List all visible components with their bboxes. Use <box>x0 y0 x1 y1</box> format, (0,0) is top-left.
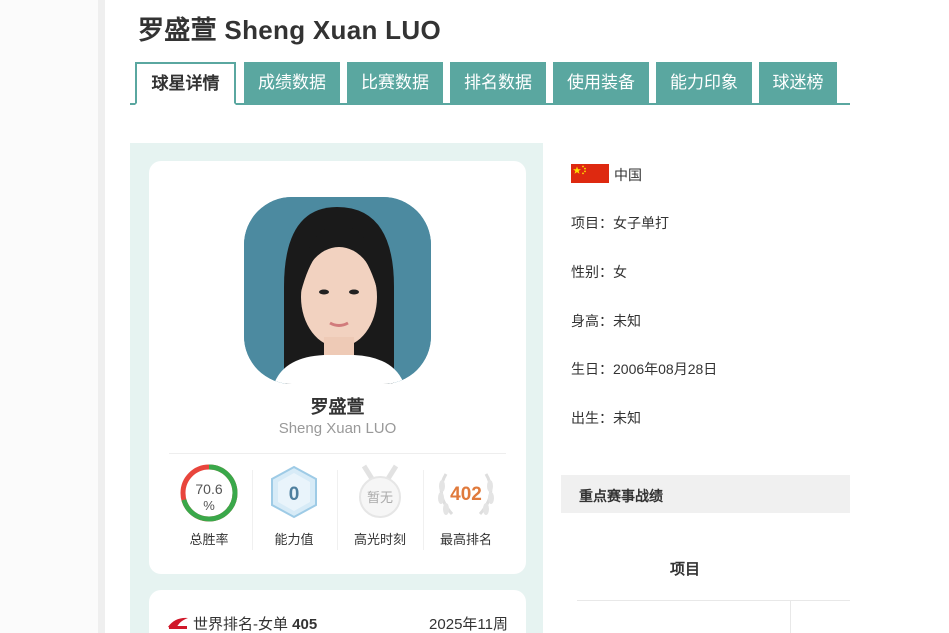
player-name-cn: 罗盛萱 <box>310 397 365 417</box>
key-results-column-event: 项目 <box>670 561 701 578</box>
country-value: 中国 <box>614 167 642 183</box>
left-rail <box>0 0 105 633</box>
win-rate-ring-icon: 70.6 % <box>180 464 238 522</box>
china-flag-icon <box>571 164 609 183</box>
tab-ranking-data[interactable]: 排名数据 <box>450 62 546 103</box>
best-rank-value: 402 <box>450 484 482 505</box>
highlight-label: 高光时刻 <box>353 532 406 547</box>
world-ranking-title: 世界排名-女单 <box>193 616 288 633</box>
card-divider <box>169 453 506 454</box>
world-ranking-week: 2025年11周 <box>429 616 508 633</box>
world-ranking-label: 世界排名-女单 405 <box>193 613 317 633</box>
left-rail-edge <box>98 0 105 633</box>
ability-label: 能力值 <box>274 532 314 547</box>
stat-win-rate[interactable]: 70.6 % 总胜率 <box>167 462 251 547</box>
bwf-logo-icon <box>168 617 188 629</box>
highlight-value: 暂无 <box>367 490 393 505</box>
laurel-wreath-icon: 402 <box>438 473 494 516</box>
info-birthday: 生日：2006年08月28日 <box>571 361 718 377</box>
best-rank-label: 最高排名 <box>439 532 492 547</box>
key-results-header: 重点赛事战绩 <box>561 475 850 513</box>
win-rate-label: 总胜率 <box>189 532 229 547</box>
medal-icon: 暂无 <box>359 464 401 518</box>
tab-fan-board[interactable]: 球迷榜 <box>759 62 837 103</box>
stat-best-rank[interactable]: 402 最高排名 <box>424 462 508 547</box>
win-rate-value: 70.6 <box>195 481 222 497</box>
tab-bar: 球星详情 成绩数据 比赛数据 排名数据 使用装备 能力印象 球迷榜 <box>130 62 850 105</box>
hexagon-badge-icon: 0 <box>271 465 317 519</box>
tab-equipment[interactable]: 使用装备 <box>553 62 649 103</box>
win-rate-unit: % <box>203 498 215 513</box>
info-gender: 性别：女 <box>571 264 627 280</box>
tab-results-data[interactable]: 成绩数据 <box>244 62 340 103</box>
table-divider <box>577 600 850 601</box>
info-birthplace: 出生：未知 <box>571 410 641 426</box>
stat-ability[interactable]: 0 能力值 <box>252 462 336 547</box>
info-height: 身高：未知 <box>571 313 641 329</box>
info-event: 项目：女子单打 <box>571 215 669 231</box>
tab-ability-impression[interactable]: 能力印象 <box>656 62 752 103</box>
player-photo-icon <box>244 197 431 384</box>
table-column-divider <box>790 601 791 633</box>
tab-player-details[interactable]: 球星详情 <box>135 62 236 105</box>
player-name-en: Sheng Xuan LUO <box>278 420 397 437</box>
ability-value: 0 <box>289 484 300 505</box>
tab-match-data[interactable]: 比赛数据 <box>347 62 443 103</box>
avatar <box>244 197 431 384</box>
key-results-title: 重点赛事战绩 <box>579 488 663 504</box>
stat-highlight[interactable]: 暂无 高光时刻 <box>338 462 422 547</box>
world-ranking-value: 405 <box>292 616 318 633</box>
page-title: 罗盛萱 Sheng Xuan LUO <box>138 15 441 45</box>
